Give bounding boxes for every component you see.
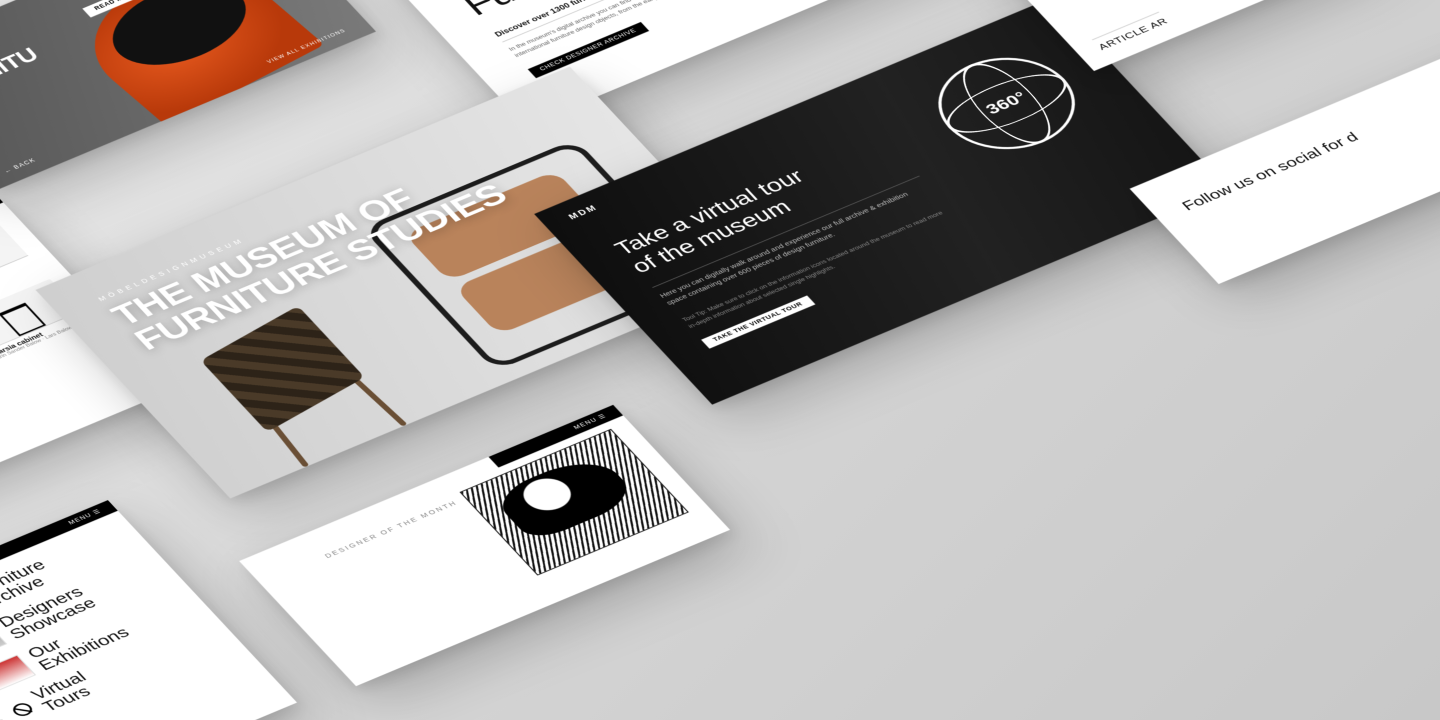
hero-chair-art — [57, 0, 324, 127]
section-links: 01.FurnitureArchive02.DesignersShowcase0… — [0, 528, 225, 720]
card-welcome: MDM MENU ☰ Welcome The Museum of Furnitu… — [0, 500, 297, 720]
section-label: OurExhibitions — [24, 613, 132, 673]
furniture-item[interactable]: Sweden · 1991Intarsia cabinetKarin Sande… — [0, 279, 96, 368]
exhibition-title: HIFURNITU — [0, 29, 42, 101]
card-designer-month: MENU ☰ DESIGNER OF THE MONTH — [239, 405, 730, 686]
section-number: 04. — [0, 715, 8, 720]
section-link[interactable]: 04. VirtualTours — [0, 621, 218, 720]
designer-portrait — [460, 429, 689, 576]
menu-button[interactable]: MENU ☰ — [488, 405, 623, 468]
social-title: Follow us on social for d — [1179, 130, 1363, 214]
section-label: VirtualTours — [28, 670, 100, 715]
menu-button[interactable]: MENU ☰ — [0, 500, 118, 570]
section-thumb — [0, 624, 7, 661]
section-label: DesignersShowcase — [0, 584, 100, 642]
section-link[interactable]: 03.OurExhibitions — [0, 590, 189, 703]
card-exhibition-hero: HIFURNITU READ MORE ← BACK VIEW ALL EXHI… — [0, 0, 376, 192]
section-link[interactable]: 02.DesignersShowcase — [0, 559, 160, 672]
globe-360-icon: 360° — [913, 41, 1101, 167]
card-museum-hero: MÖBELDESIGNMUSEUM THE MUSEUM OFFURNITURE… — [36, 67, 765, 499]
no-entry-icon — [10, 701, 36, 718]
section-label: FurnitureArchive — [0, 557, 60, 611]
section-thumb — [0, 655, 36, 692]
section-link[interactable]: 01.FurnitureArchive — [0, 528, 131, 641]
designer-label: DESIGNER OF THE MONTH — [323, 499, 459, 559]
back-link[interactable]: ← BACK — [3, 158, 37, 175]
article-archive-link[interactable]: ARTICLE AR — [1092, 12, 1170, 52]
